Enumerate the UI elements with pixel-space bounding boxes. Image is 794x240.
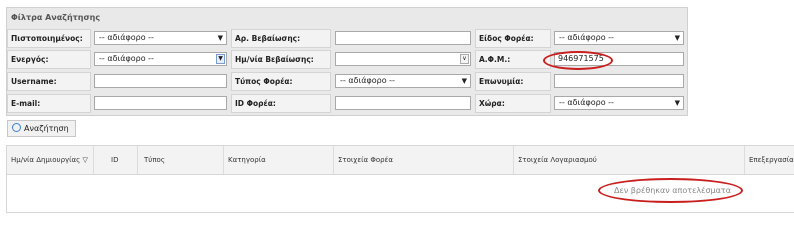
entity-id-input[interactable] [335,96,471,110]
company-name-label: Επωνυμία: [479,77,524,86]
certificate-date-input[interactable]: ∨ [335,52,471,66]
entity-type-select-value: -- αδιάφορο -- [340,76,395,85]
search-icon [12,123,21,132]
column-header-type[interactable]: Τύπος [138,146,224,174]
active-label: Ενεργός: [11,55,49,64]
certificate-date-label: Ημ/νία Βεβαίωσης: [235,55,314,64]
column-header-id[interactable]: ID [94,146,138,174]
dropdown-arrow-icon: ▼ [461,77,467,85]
dropdown-arrow-icon: ▼ [216,54,225,64]
active-select[interactable]: -- αδιάφορο -- ▼ [94,52,227,66]
column-header-created-date[interactable]: Ημ/νία Δημιουργίας ▽ [7,146,94,174]
email-label: E-mail: [11,99,41,108]
afm-label: Α.Φ.Μ.: [479,55,511,64]
entity-type-select[interactable]: -- αδιάφορο -- ▼ [335,74,471,88]
country-select[interactable]: -- αδιάφορο -- ▼ [554,96,684,110]
filter-row-1: Πιστοποιημένος: -- αδιάφορο -- ▼ Αρ. Βεβ… [7,28,687,49]
username-input[interactable] [94,74,227,88]
filter-row-3: Username: Τύπος Φορέα: -- αδιάφορο -- ▼ … [7,71,687,92]
column-label: Ημ/νία Δημιουργίας [11,156,81,164]
search-button[interactable]: Αναζήτηση [7,120,76,137]
certificate-number-label: Αρ. Βεβαίωσης: [235,34,301,43]
entity-kind-select[interactable]: -- αδιάφορο -- ▼ [554,31,684,45]
filters-title: Φίλτρα Αναζήτησης [11,13,101,22]
email-input[interactable] [94,96,227,110]
active-select-value: -- αδιάφορο -- [99,54,154,63]
certified-select[interactable]: -- αδιάφορο -- ▼ [94,31,227,45]
entity-kind-select-value: -- αδιάφορο -- [559,33,614,42]
certificate-number-input[interactable] [335,31,471,45]
calendar-dropdown-icon[interactable]: ∨ [460,54,469,64]
dropdown-arrow-icon: ▼ [674,34,680,42]
dropdown-arrow-icon: ▼ [674,99,680,107]
sort-indicator-icon: ▽ [82,156,88,164]
company-name-input[interactable] [554,74,684,88]
annotation-ellipse-no-results [598,178,743,203]
grid-header: Ημ/νία Δημιουργίας ▽ ID Τύπος Κατηγορία … [7,146,794,175]
filter-row-4: E-mail: ID Φορέα: Χώρα: -- αδιάφορο -- ▼ [7,93,687,114]
certified-label: Πιστοποιημένος: [11,34,83,43]
search-button-label: Αναζήτηση [24,124,69,133]
column-header-account-details[interactable]: Στοιχεία Λογαριασμού [514,146,745,174]
column-header-edit[interactable]: Επεξεργασία [745,146,794,174]
entity-kind-label: Είδος Φορέα: [479,34,534,43]
country-select-value: -- αδιάφορο -- [559,98,614,107]
column-header-category[interactable]: Κατηγορία [224,146,334,174]
dropdown-arrow-icon: ▼ [217,34,223,42]
entity-id-label: ID Φορέα: [235,99,276,108]
column-header-entity-details[interactable]: Στοιχεία Φορέα [334,146,514,174]
annotation-ellipse-afm [543,51,613,70]
certified-select-value: -- αδιάφορο -- [99,33,154,42]
country-label: Χώρα: [479,99,505,108]
entity-type-label: Τύπος Φορέα: [235,77,293,86]
username-label: Username: [11,77,57,86]
